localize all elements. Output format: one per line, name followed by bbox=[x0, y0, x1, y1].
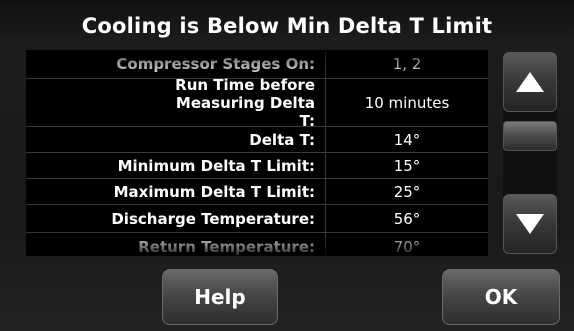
details-table[interactable]: Compressor Stages On: 1, 2 Run Time befo… bbox=[26, 50, 488, 256]
table-row: Return Temperature: 70° bbox=[26, 233, 488, 256]
help-button[interactable]: Help bbox=[162, 269, 278, 325]
table-row: Delta T: 14° bbox=[26, 127, 488, 153]
row-label: Compressor Stages On: bbox=[26, 50, 326, 78]
row-label: Return Temperature: bbox=[26, 233, 326, 256]
row-label: Minimum Delta T Limit: bbox=[26, 153, 326, 178]
table-row: Maximum Delta T Limit: 25° bbox=[26, 179, 488, 205]
table-row: Minimum Delta T Limit: 15° bbox=[26, 153, 488, 179]
page-title: Cooling is Below Min Delta T Limit bbox=[81, 14, 493, 38]
scroll-down-button[interactable] bbox=[503, 194, 557, 254]
row-value: 10 minutes bbox=[364, 93, 450, 112]
arrow-up-icon bbox=[516, 72, 544, 92]
row-value: 56° bbox=[393, 209, 421, 228]
arrow-down-icon bbox=[516, 214, 544, 234]
scrollbar-thumb[interactable] bbox=[503, 121, 557, 151]
row-label: Delta T: bbox=[26, 127, 326, 152]
row-value: 15° bbox=[393, 156, 421, 175]
row-value: 25° bbox=[393, 182, 421, 201]
row-label: Discharge Temperature: bbox=[26, 205, 326, 232]
row-label: Run Time before Measuring Delta T: bbox=[26, 76, 326, 130]
ok-button[interactable]: OK bbox=[442, 269, 560, 325]
row-value: 14° bbox=[393, 130, 421, 149]
table-row: Run Time before Measuring Delta T: 10 mi… bbox=[26, 76, 488, 130]
alert-screen: Cooling is Below Min Delta T Limit Compr… bbox=[0, 0, 574, 331]
row-value: 70° bbox=[393, 238, 421, 256]
table-row: Discharge Temperature: 56° bbox=[26, 205, 488, 233]
scroll-up-button[interactable] bbox=[503, 52, 557, 112]
row-value: 1, 2 bbox=[392, 55, 422, 73]
row-label: Maximum Delta T Limit: bbox=[26, 179, 326, 204]
